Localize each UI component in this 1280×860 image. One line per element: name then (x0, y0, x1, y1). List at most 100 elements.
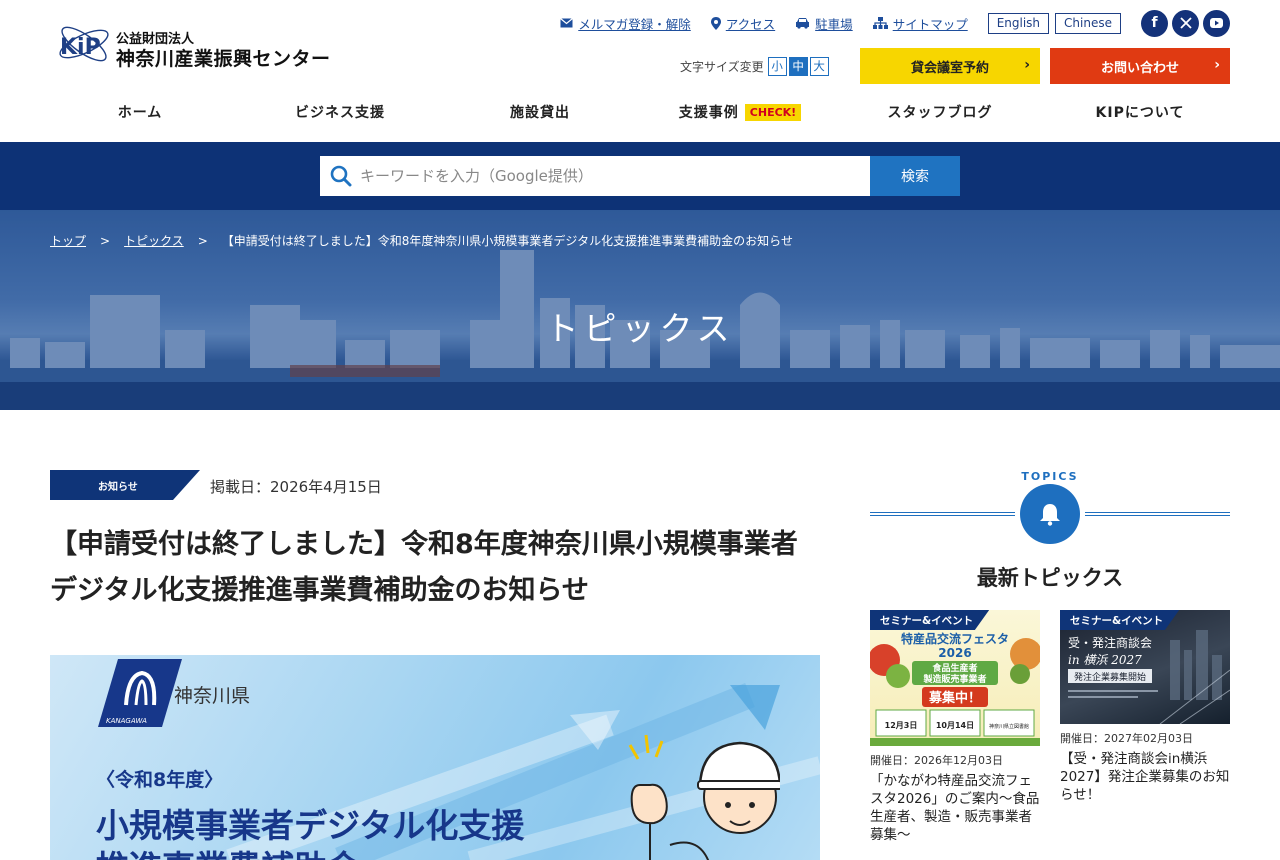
font-size-switcher: 文字サイズ変更 小 中 大 (680, 48, 829, 84)
breadcrumb-separator: > (100, 233, 111, 248)
kip-logo-icon: KiP (59, 26, 109, 62)
util-link-mailmag[interactable]: メルマガ登録・解除 (560, 14, 691, 33)
util-link-label: サイトマップ (892, 16, 968, 32)
topic-card-date: 開催日：2026年12月03日 (870, 754, 1003, 767)
logo-mark-text: KiP (60, 35, 101, 60)
location-pin-icon (710, 16, 721, 30)
topic-card-category: セミナー&イベント (1060, 610, 1180, 630)
youtube-icon[interactable] (1203, 9, 1230, 37)
nav-label: ホーム (117, 105, 163, 121)
topics-heading-ornament: TOPICS (870, 466, 1230, 556)
nav-item-business-support[interactable]: ビジネス支援 (240, 96, 440, 128)
meeting-title: 受・発注商談会 (1068, 635, 1152, 650)
topic-card-category: セミナー&イベント (870, 610, 990, 630)
mail-icon (560, 18, 574, 28)
publish-date: 掲載日：2026年4月15日 (210, 478, 382, 496)
bell-icon (1040, 504, 1060, 526)
search-button[interactable]: 検索 (870, 156, 960, 196)
topic-card-image: セミナー&イベント 受・発注商談会 in 横浜 2027 発注企業募集開始 (1060, 610, 1230, 724)
nav-label: KIPについて (1095, 105, 1185, 121)
breadcrumb: トップ > トピックス > 【申請受付は終了しました】令和8年度神奈川県小規模事… (50, 232, 793, 249)
festa-flyer-graphic: 特産品交流フェスタ 2026 食品生産者 製造販売事業者 募集中！ 12月3日 … (870, 631, 1040, 746)
nav-item-home[interactable]: ホーム (40, 96, 240, 128)
util-link-sitemap[interactable]: サイトマップ (872, 14, 968, 33)
breadcrumb-current: 【申請受付は終了しました】令和8年度神奈川県小規模事業者デジタル化支援推進事業費… (221, 234, 793, 248)
topic-card-image: セミナー&イベント 特産品交流フェスタ 2026 食品生産者 製造販売事業者 募… (870, 610, 1040, 746)
meeting-recruit: 発注企業募集開始 (1074, 671, 1146, 683)
hero-banner: トップ > トピックス > 【申請受付は終了しました】令和8年度神奈川県小規模事… (0, 210, 1280, 410)
festa-venue: 神奈川県立図書館 (989, 723, 1029, 730)
nav-label: 支援事例 (678, 105, 739, 121)
article-title: 【申請受付は終了しました】令和8年度神奈川県小規模事業者デジタル化支援推進事業費… (50, 529, 798, 606)
rental-room-button[interactable]: 貸会議室予約 › (860, 48, 1040, 84)
banner-title-line2: 推進事業費補助金 (96, 841, 360, 860)
festa-line3: 食品生産者 (931, 662, 977, 674)
nav-label: ビジネス支援 (295, 105, 385, 121)
topic-card[interactable]: セミナー&イベント 特産品交流フェスタ 2026 食品生産者 製造販売事業者 募… (870, 610, 1040, 844)
util-link-label: メルマガ登録・解除 (578, 16, 691, 32)
topics-line-left (870, 512, 1015, 516)
prefecture-name: 神奈川県 (174, 685, 251, 707)
play-icon (1210, 18, 1223, 28)
nav-item-about-kip[interactable]: KIPについて (1040, 96, 1240, 128)
banner-year: 〈令和8年度〉 (96, 769, 224, 791)
site-logo[interactable]: KiP 公益財団法人 神奈川産業振興センター (56, 20, 356, 72)
search-icon (330, 165, 352, 187)
util-link-access[interactable]: アクセス (710, 14, 776, 33)
x-icon[interactable] (1172, 9, 1199, 37)
utility-bar: メルマガ登録・解除 アクセス 駐車場 サイトマップ English Chines… (540, 9, 1230, 37)
font-size-large-button[interactable]: 大 (809, 56, 829, 76)
lang-chinese-button[interactable]: Chinese (1055, 12, 1121, 34)
festa-date-1: 12月3日 (885, 721, 918, 730)
article-banner-image: KANAGAWA 神奈川県 〈令和8年度〉 小規模事業者デジタル化支援 推進事業… (50, 655, 820, 860)
check-badge: CHECK! (744, 103, 802, 121)
search-box (320, 156, 870, 196)
breadcrumb-separator: > (197, 233, 208, 248)
search-band: 検索 (0, 142, 1280, 210)
site-header: KiP 公益財団法人 神奈川産業振興センター メルマガ登録・解除 アクセス 駐車… (0, 0, 1280, 142)
festa-title: 特産品交流フェスタ (901, 631, 1009, 646)
rental-room-label: 貸会議室予約 (910, 60, 989, 76)
font-size-label: 文字サイズ変更 (680, 59, 764, 74)
breadcrumb-topics-link[interactable]: トピックス (124, 232, 184, 249)
nav-item-case-studies[interactable]: 支援事例 CHECK! (640, 96, 840, 128)
contact-label: お問い合わせ (1100, 60, 1179, 76)
logo-title: 神奈川産業振興センター (116, 48, 331, 70)
chevron-right-icon: › (1024, 57, 1030, 73)
facebook-icon[interactable]: f (1141, 9, 1168, 37)
nav-label: 施設貸出 (510, 105, 570, 121)
meeting-year: in 横浜 2027 (1068, 653, 1142, 667)
breadcrumb-top-link[interactable]: トップ (50, 232, 86, 249)
festa-line4: 製造販売事業者 (922, 673, 986, 685)
x-logo-icon (1179, 17, 1192, 29)
page-title: トピックス (545, 309, 735, 348)
car-icon (796, 18, 810, 29)
topics-badge (1020, 484, 1080, 544)
search-input[interactable] (360, 157, 870, 195)
topic-card-date: 開催日：2027年02月03日 (1060, 732, 1193, 745)
festa-year: 2026 (938, 646, 971, 660)
festa-date-2: 10月14日 (936, 721, 974, 730)
lang-english-button[interactable]: English (987, 12, 1050, 34)
global-nav: ホーム ビジネス支援 施設貸出 支援事例 CHECK! スタッフブログ KIPにつ… (40, 96, 1240, 128)
sitemap-icon (872, 17, 888, 29)
topics-label: TOPICS (1021, 470, 1079, 483)
font-size-small-button[interactable]: 小 (767, 56, 787, 76)
nav-label: スタッフブログ (887, 105, 993, 121)
topic-card[interactable]: セミナー&イベント 受・発注商談会 in 横浜 2027 発注企業募集開始 開催… (1060, 610, 1230, 804)
facebook-glyph: f (1151, 15, 1158, 31)
kanagawa-pref-logo-icon: KANAGAWA (98, 659, 182, 727)
pref-logo-text: KANAGAWA (106, 717, 147, 725)
util-link-label: 駐車場 (815, 16, 853, 32)
festa-recruiting: 募集中！ (928, 690, 981, 706)
nav-item-staff-blog[interactable]: スタッフブログ (840, 96, 1040, 128)
topic-card-title: 【受・発注商談会in横浜2027】発注企業募集のお知らせ！ (1060, 751, 1230, 803)
worker-illustration (628, 734, 780, 860)
font-size-medium-button[interactable]: 中 (788, 56, 808, 76)
util-link-label: アクセス (725, 16, 776, 32)
category-tag: お知らせ (50, 470, 200, 500)
util-link-parking[interactable]: 駐車場 (795, 14, 853, 33)
contact-button[interactable]: お問い合わせ › (1050, 48, 1230, 84)
nav-item-facility-rental[interactable]: 施設貸出 (440, 96, 640, 128)
latest-topics-title: 最新トピックス (976, 566, 1124, 590)
